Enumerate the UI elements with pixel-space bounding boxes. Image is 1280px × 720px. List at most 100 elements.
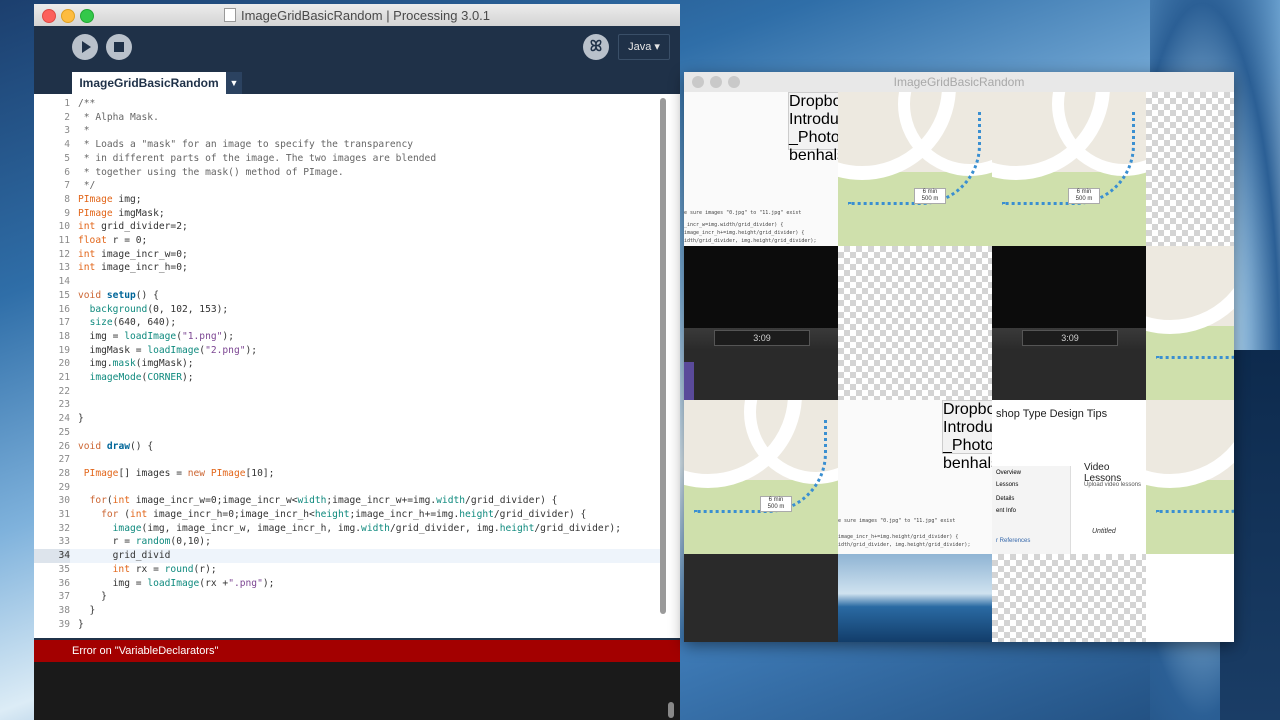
code-text[interactable]: imageMode(CORNER); xyxy=(78,371,194,385)
code-line[interactable]: 9 PImage imgMask; xyxy=(34,207,660,221)
mode-selector[interactable]: Java ▾ xyxy=(618,34,670,60)
code-line[interactable]: 26 void draw() { xyxy=(34,440,660,454)
code-text[interactable]: r = random(0,10); xyxy=(78,535,211,549)
code-text[interactable]: void setup() { xyxy=(78,289,159,303)
code-text[interactable]: void draw() { xyxy=(78,440,153,454)
butterfly-icon: ꕤ xyxy=(589,38,603,55)
code-text[interactable]: float r = 0; xyxy=(78,234,147,248)
code-line[interactable]: 7 */ xyxy=(34,179,660,193)
code-text[interactable]: } xyxy=(78,604,96,618)
code-text[interactable]: PImage imgMask; xyxy=(78,207,165,221)
code-text[interactable]: PImage img; xyxy=(78,193,142,207)
line-number: 27 xyxy=(58,454,70,466)
editor-scrollbar[interactable] xyxy=(660,98,666,614)
code-text[interactable]: * Alpha Mask. xyxy=(78,111,159,125)
code-line[interactable]: 14 xyxy=(34,275,660,289)
code-text[interactable]: background(0, 102, 153); xyxy=(78,303,229,317)
code-line[interactable]: 32 image(img, image_incr_w, image_incr_h… xyxy=(34,522,660,536)
code-line[interactable]: 5 * in different parts of the image. The… xyxy=(34,152,660,166)
code-text[interactable]: img = loadImage(rx +".png"); xyxy=(78,577,275,591)
code-line[interactable]: 38 } xyxy=(34,604,660,618)
code-line[interactable]: 35 int rx = round(r); xyxy=(34,563,660,577)
code-text[interactable]: } xyxy=(78,412,84,426)
code-text[interactable]: image(img, image_incr_w, image_incr_h, i… xyxy=(78,522,621,536)
code-line[interactable]: 18 img = loadImage("1.png"); xyxy=(34,330,660,344)
console-area[interactable] xyxy=(34,662,680,720)
code-text[interactable]: for (int image_incr_h=0;image_incr_h<hei… xyxy=(78,508,586,522)
code-line[interactable]: 30 for(int image_incr_w=0;image_incr_w<w… xyxy=(34,494,660,508)
code-text[interactable]: PImage[] images = new PImage[10]; xyxy=(78,467,275,481)
code-line[interactable]: 21 imageMode(CORNER); xyxy=(34,371,660,385)
code-text[interactable]: * together using the mask() method of PI… xyxy=(78,166,344,180)
line-number: 11 xyxy=(58,235,70,246)
code-line[interactable]: 24} xyxy=(34,412,660,426)
code-line[interactable]: 36 img = loadImage(rx +".png"); xyxy=(34,577,660,591)
code-text[interactable]: int image_incr_w=0; xyxy=(78,248,188,262)
code-line[interactable]: 23 xyxy=(34,398,660,412)
code-line[interactable]: 31 for (int image_incr_h=0;image_incr_h<… xyxy=(34,508,660,522)
code-line[interactable]: 17 size(640, 640); xyxy=(34,316,660,330)
code-line[interactable]: 27 xyxy=(34,453,660,467)
code-line[interactable]: 4 * Loads a "mask" for an image to speci… xyxy=(34,138,660,152)
code-line[interactable]: 8 PImage img; xyxy=(34,193,660,207)
map-route xyxy=(1156,420,1234,513)
code-line[interactable]: 3 * xyxy=(34,124,660,138)
code-line[interactable]: 37 } xyxy=(34,590,660,604)
finder-item: Dropbox xyxy=(943,401,992,418)
code-text[interactable]: size(640, 640); xyxy=(78,316,177,330)
code-line[interactable]: 1 /** xyxy=(34,97,660,111)
code-line[interactable]: 29 xyxy=(34,481,660,495)
code-text[interactable]: } xyxy=(78,590,107,604)
code-line[interactable]: 19 imgMask = loadImage("2.png"); xyxy=(34,344,660,358)
code-text[interactable]: */ xyxy=(78,179,96,193)
finder-item: Introduction xyxy=(789,111,838,128)
code-text[interactable]: img = loadImage("1.png"); xyxy=(78,330,234,344)
finder-item: benhalsall xyxy=(943,455,992,472)
code-line[interactable]: 2 * Alpha Mask. xyxy=(34,111,660,125)
run-button[interactable] xyxy=(72,34,98,60)
code-text[interactable]: /** xyxy=(78,97,95,111)
code-line[interactable]: 16 background(0, 102, 153); xyxy=(34,303,660,317)
code-line[interactable]: 34 grid_divid xyxy=(34,549,660,563)
line-number: 14 xyxy=(58,276,70,288)
code-snippet-line: e sure images "0.jpg" to "11.jpg" exist xyxy=(838,518,956,524)
code-text[interactable]: imgMask = loadImage("2.png"); xyxy=(78,344,258,358)
code-line[interactable]: 20 img.mask(imgMask); xyxy=(34,357,660,371)
code-line[interactable]: 12 int image_incr_w=0; xyxy=(34,248,660,262)
code-text[interactable]: * in different parts of the image. The t… xyxy=(78,152,436,166)
code-snippet-line: _incr_w=img.width/grid_divider) { xyxy=(684,222,784,228)
code-text[interactable]: int grid_divider=2; xyxy=(78,220,188,234)
code-line[interactable]: 15 void setup() { xyxy=(34,289,660,303)
code-line[interactable]: 6 * together using the mask() method of … xyxy=(34,166,660,180)
tab-sketch[interactable]: ImageGridBasicRandom xyxy=(72,72,226,94)
upload-text: Upload video lessons xyxy=(1084,482,1142,488)
code-text[interactable]: * Loads a "mask" for an image to specify… xyxy=(78,138,413,152)
code-text[interactable]: img.mask(imgMask); xyxy=(78,357,194,371)
line-number: 2 xyxy=(64,111,70,123)
console-scrollbar[interactable] xyxy=(668,702,674,718)
code-line[interactable]: 33 r = random(0,10); xyxy=(34,535,660,549)
stop-button[interactable] xyxy=(106,34,132,60)
tab-menu-button[interactable]: ▼ xyxy=(226,72,242,94)
code-text[interactable]: for(int image_incr_w=0;image_incr_w<widt… xyxy=(78,494,558,508)
finder-item: _Photoshop xyxy=(943,437,992,454)
debug-button[interactable]: ꕤ xyxy=(583,34,609,60)
code-text[interactable]: int image_incr_h=0; xyxy=(78,261,188,275)
code-line[interactable]: 22 xyxy=(34,385,660,399)
code-text[interactable]: * xyxy=(78,124,90,138)
error-bar: Error on "VariableDeclarators" xyxy=(34,640,680,662)
code-line[interactable]: 10 int grid_divider=2; xyxy=(34,220,660,234)
line-number: 37 xyxy=(58,591,70,603)
code-text[interactable]: } xyxy=(78,618,84,632)
code-line[interactable]: 28 PImage[] images = new PImage[10]; xyxy=(34,467,660,481)
map-pin: 6 min 500 m xyxy=(760,496,792,512)
code-editor[interactable]: 1/** 2 * Alpha Mask. 3 * 4 * Loads a "mask"… xyxy=(34,94,680,638)
code-line[interactable]: 25 xyxy=(34,426,660,440)
player-timeline xyxy=(684,350,838,400)
code-line[interactable]: 11 float r = 0; xyxy=(34,234,660,248)
line-number: 22 xyxy=(58,385,70,397)
code-text[interactable]: int rx = round(r); xyxy=(78,563,217,577)
code-line[interactable]: 13 int image_incr_h=0; xyxy=(34,261,660,275)
code-line[interactable]: 39} xyxy=(34,618,660,632)
code-text[interactable]: grid_divid xyxy=(78,549,171,563)
